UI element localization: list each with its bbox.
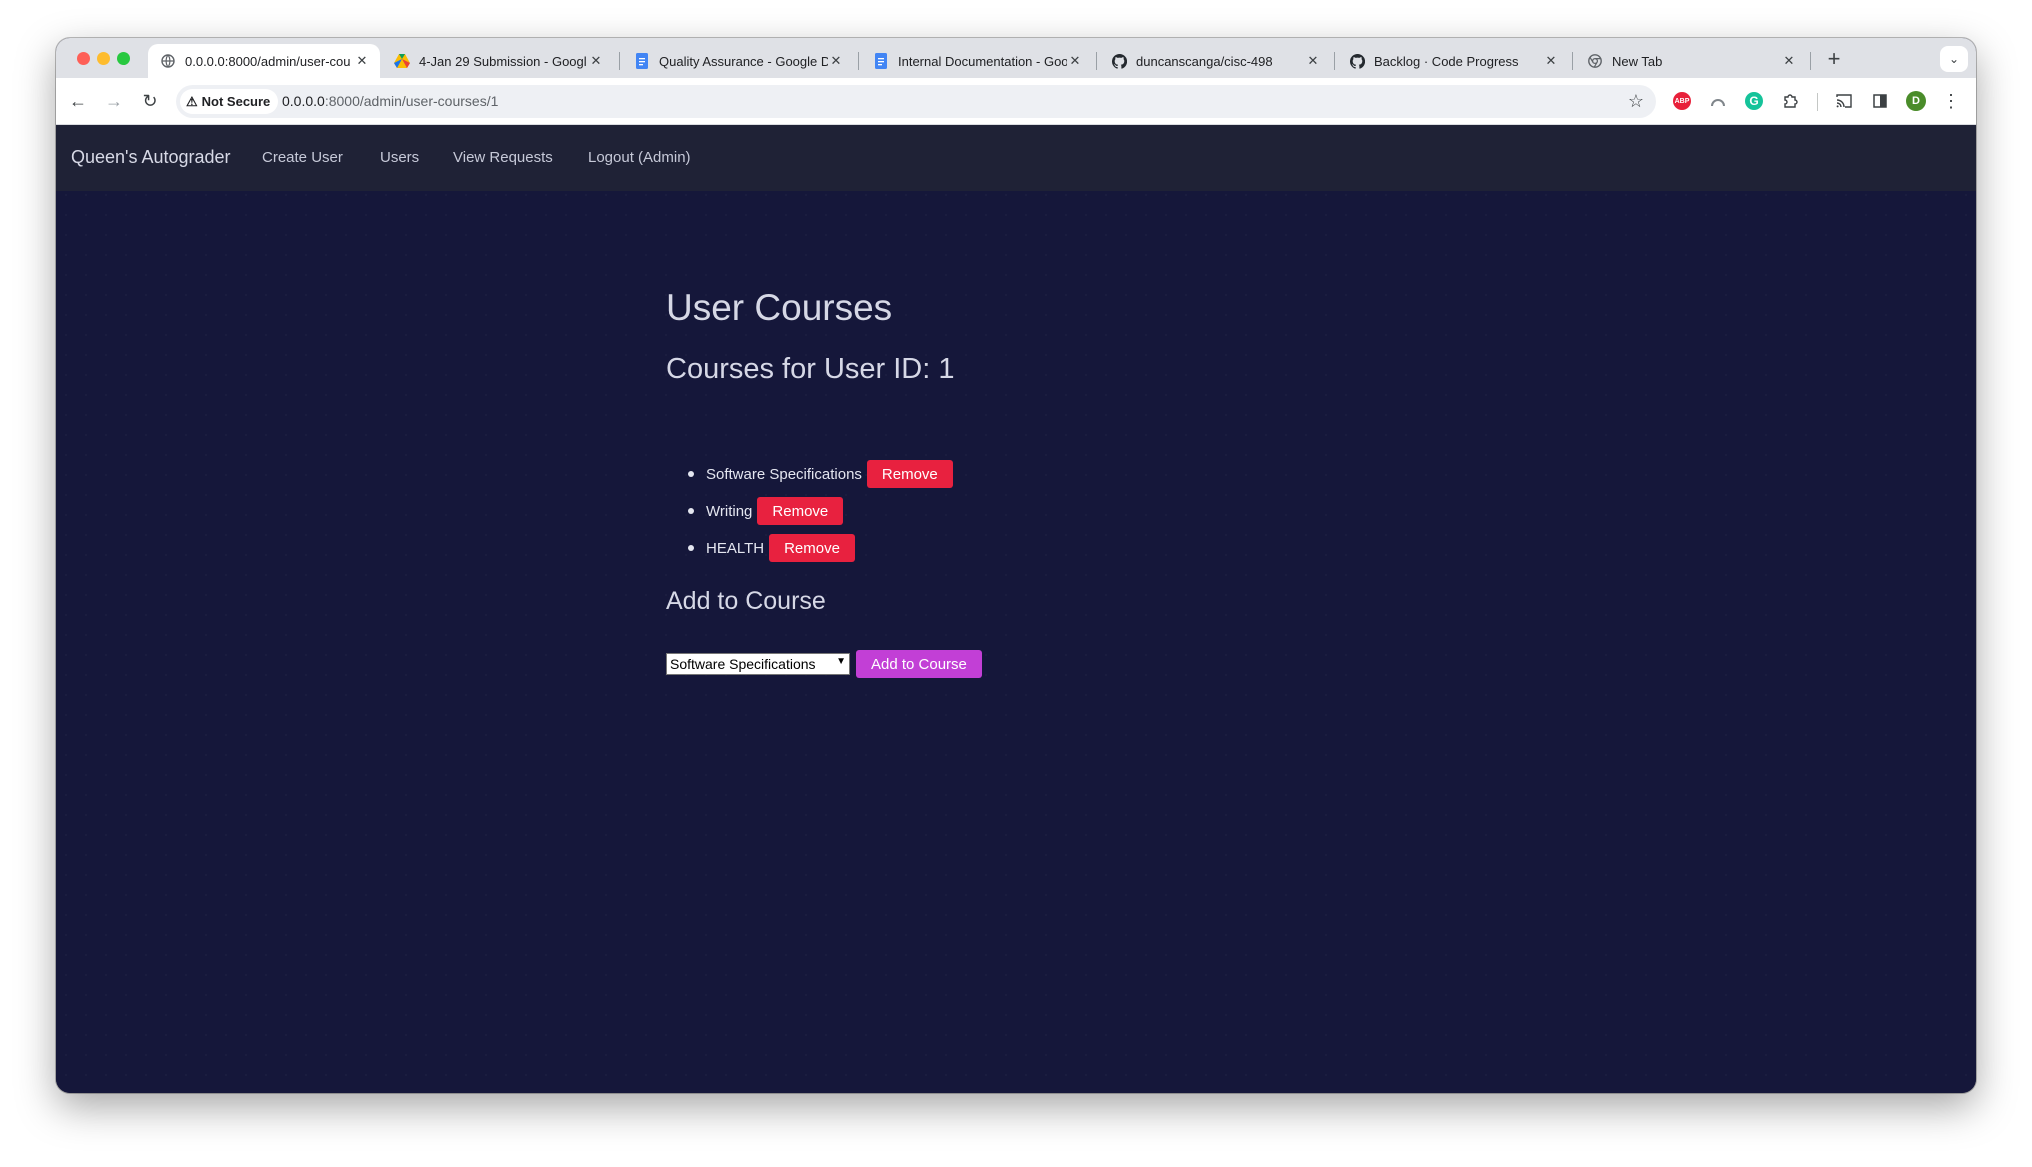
- github-icon: [1349, 53, 1365, 69]
- course-select[interactable]: Software Specifications ▼: [666, 653, 850, 675]
- remove-course-button[interactable]: Remove: [757, 497, 844, 525]
- add-to-course-button[interactable]: Add to Course: [856, 650, 982, 678]
- browser-window: 0.0.0.0:8000/admin/user-cou ✕ 4-Jan 29 S…: [56, 38, 1976, 1093]
- chevron-down-icon: ▼: [836, 656, 846, 667]
- courses-subtitle: Courses for User ID: 1: [666, 353, 955, 385]
- tab-title: Internal Documentation - Goo: [898, 53, 1067, 69]
- bullet-icon: [688, 545, 694, 551]
- page-content: Queen's Autograder Create User Users Vie…: [56, 125, 1976, 1093]
- close-tab-icon[interactable]: ✕: [828, 53, 844, 69]
- tab-title: Backlog · Code Progress: [1374, 53, 1519, 69]
- cast-icon[interactable]: [1833, 90, 1855, 112]
- globe-icon: [160, 53, 176, 69]
- warning-triangle-icon: ⚠: [186, 93, 198, 109]
- url-host: 0.0.0.0: [282, 93, 325, 109]
- course-select-value: Software Specifications: [670, 656, 816, 672]
- tab-strip: 0.0.0.0:8000/admin/user-cou ✕ 4-Jan 29 S…: [56, 38, 1976, 78]
- page-title: User Courses: [666, 287, 893, 328]
- reload-icon[interactable]: ↻: [138, 89, 162, 113]
- maximize-window-button[interactable]: [117, 52, 130, 65]
- tab-admin-user-courses[interactable]: 0.0.0.0:8000/admin/user-cou ✕: [148, 44, 380, 78]
- add-course-form: Software Specifications ▼ Add to Course: [666, 650, 982, 678]
- close-tab-icon[interactable]: ✕: [588, 53, 604, 69]
- address-bar[interactable]: ⚠ Not Secure 0.0.0.0:8000/admin/user-cou…: [176, 85, 1656, 118]
- extension-arc-icon[interactable]: [1707, 90, 1729, 112]
- tab-search-chevron-icon[interactable]: ⌄: [1940, 46, 1968, 72]
- close-tab-icon[interactable]: ✕: [1305, 53, 1321, 69]
- browser-toolbar: ← → ↻ ⚠ Not Secure 0.0.0.0:8000/admin/us…: [56, 78, 1976, 125]
- tab-internal-documentation[interactable]: Internal Documentation - Goo ✕: [861, 44, 1093, 78]
- close-tab-icon[interactable]: ✕: [354, 53, 370, 69]
- adblock-plus-icon[interactable]: ABP: [1671, 90, 1693, 112]
- github-icon: [1111, 53, 1127, 69]
- bullet-icon: [688, 471, 694, 477]
- tab-github-repo[interactable]: duncanscanga/cisc-498 ✕: [1099, 44, 1331, 78]
- list-item: Software Specifications Remove: [688, 460, 953, 488]
- tab-new-tab[interactable]: New Tab ✕: [1575, 44, 1807, 78]
- tab-title: Quality Assurance - Google D: [659, 53, 828, 69]
- course-name: Writing: [706, 502, 753, 520]
- tab-title: 0.0.0.0:8000/admin/user-cou: [185, 53, 351, 69]
- list-item: HEALTH Remove: [688, 534, 855, 562]
- profile-avatar[interactable]: D: [1905, 90, 1927, 112]
- bullet-icon: [688, 508, 694, 514]
- security-chip[interactable]: ⚠ Not Secure: [180, 89, 279, 114]
- google-drive-icon: [394, 53, 410, 69]
- course-name: HEALTH: [706, 539, 765, 557]
- close-tab-icon[interactable]: ✕: [1067, 53, 1083, 69]
- kebab-menu-icon[interactable]: ⋮: [1940, 90, 1962, 112]
- list-item: Writing Remove: [688, 497, 844, 525]
- google-docs-icon: [634, 53, 650, 69]
- forward-arrow-icon[interactable]: →: [102, 89, 126, 113]
- nav-create-user[interactable]: Create User: [262, 149, 343, 166]
- tab-title: New Tab: [1612, 53, 1663, 69]
- remove-course-button[interactable]: Remove: [769, 534, 855, 562]
- nav-logout[interactable]: Logout (Admin): [588, 149, 691, 166]
- brand-link[interactable]: Queen's Autograder: [71, 147, 231, 168]
- nav-users[interactable]: Users: [380, 149, 419, 166]
- google-docs-icon: [873, 53, 889, 69]
- app-navbar: Queen's Autograder Create User Users Vie…: [56, 125, 1976, 191]
- extensions-puzzle-icon[interactable]: [1779, 90, 1801, 112]
- new-tab-plus-icon[interactable]: +: [1820, 46, 1848, 74]
- close-tab-icon[interactable]: ✕: [1781, 53, 1797, 69]
- close-tab-icon[interactable]: ✕: [1543, 53, 1559, 69]
- grammarly-icon[interactable]: G: [1743, 90, 1765, 112]
- tab-title: 4-Jan 29 Submission - Googl: [419, 53, 587, 69]
- tab-quality-assurance[interactable]: Quality Assurance - Google D ✕: [622, 44, 854, 78]
- side-panel-icon[interactable]: [1869, 90, 1891, 112]
- url-path: :8000/admin/user-courses/1: [324, 93, 499, 109]
- nav-view-requests[interactable]: View Requests: [453, 149, 553, 166]
- bookmark-star-icon[interactable]: ☆: [1628, 91, 1644, 112]
- minimize-window-button[interactable]: [97, 52, 110, 65]
- close-window-button[interactable]: [77, 52, 90, 65]
- url-text[interactable]: 0.0.0.0:8000/admin/user-courses/1: [282, 93, 498, 109]
- remove-course-button[interactable]: Remove: [866, 460, 953, 488]
- course-name: Software Specifications: [706, 465, 862, 483]
- add-course-heading: Add to Course: [666, 587, 826, 615]
- tab-title: duncanscanga/cisc-498: [1136, 53, 1273, 69]
- chrome-icon: [1587, 53, 1603, 69]
- tab-jan-submission[interactable]: 4-Jan 29 Submission - Googl ✕: [382, 44, 614, 78]
- tab-backlog[interactable]: Backlog · Code Progress ✕: [1337, 44, 1569, 78]
- security-label: Not Secure: [201, 94, 271, 109]
- back-arrow-icon[interactable]: ←: [66, 89, 90, 113]
